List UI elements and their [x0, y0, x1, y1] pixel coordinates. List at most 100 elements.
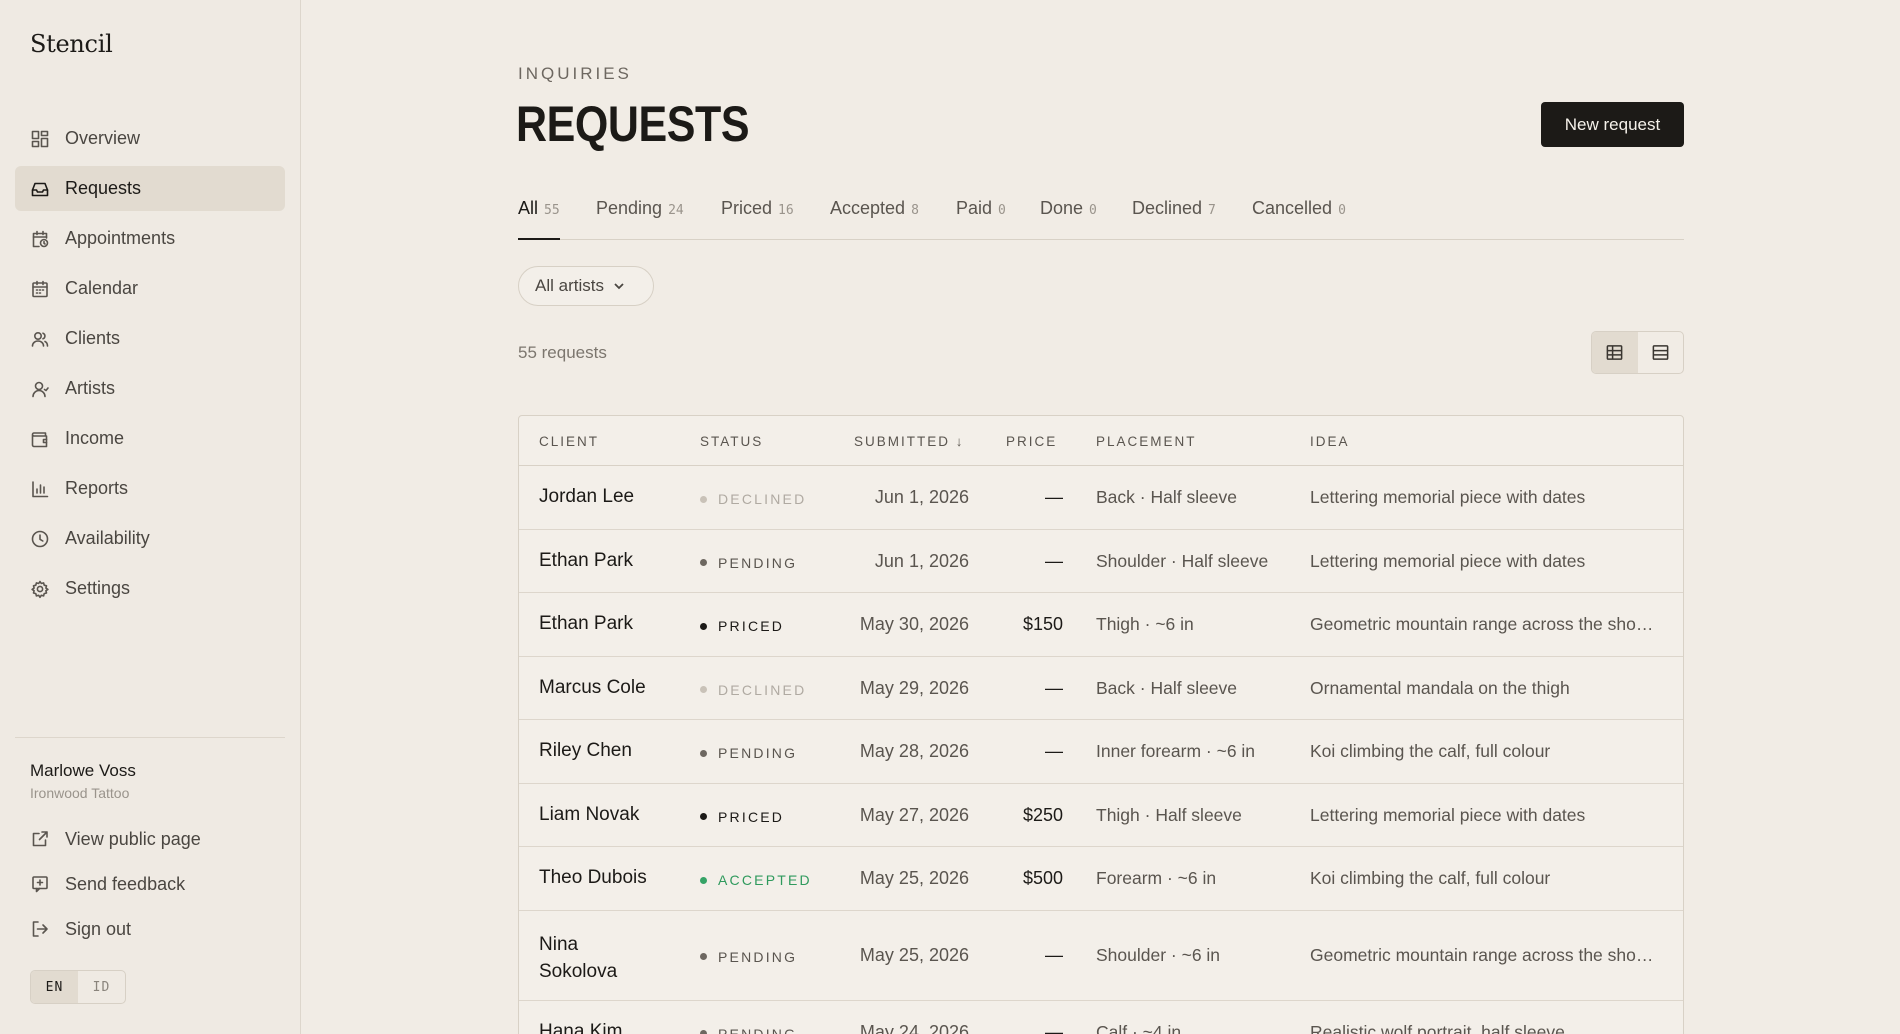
tab-done[interactable]: Done 0	[1040, 198, 1097, 240]
table-row[interactable]: Theo Dubois ACCEPTED May 25, 2026 $500 F…	[519, 847, 1683, 911]
sidebar-nav: Overview Requests Appointments Calendar …	[15, 116, 285, 616]
tab-label: Declined	[1132, 198, 1203, 218]
sidebar-item-label: Availability	[65, 528, 150, 548]
table-view-button[interactable]	[1592, 332, 1638, 373]
status-badge: PENDING	[700, 555, 797, 571]
calendar-icon	[30, 279, 50, 299]
tab-count: 8	[911, 203, 919, 218]
table-row[interactable]: Liam Novak PRICED May 27, 2026 $250 Thig…	[519, 784, 1683, 847]
table-row[interactable]: Marcus Cole DECLINED May 29, 2026 — Back…	[519, 657, 1683, 720]
send-feedback-link[interactable]: Send feedback	[15, 864, 285, 904]
sidebar-item-reports[interactable]: Reports	[15, 466, 285, 511]
tab-all[interactable]: All 55	[518, 198, 560, 240]
footer-link-label: Sign out	[65, 918, 132, 939]
tab-paid[interactable]: Paid 0	[956, 198, 1006, 240]
cell-placement: Forearm · ~6 in	[1096, 868, 1217, 888]
cell-price: $150	[1022, 614, 1063, 634]
cell-price: —	[1045, 1021, 1063, 1034]
table-grid-icon	[1606, 345, 1623, 360]
sidebar-item-label: Requests	[65, 178, 142, 198]
sidebar-item-appointments[interactable]: Appointments	[15, 216, 285, 261]
list-view-button[interactable]	[1638, 332, 1684, 373]
sign-out-link[interactable]: Sign out	[15, 909, 285, 949]
view-public-page-link[interactable]: View public page	[15, 819, 285, 859]
sidebar-item-calendar[interactable]: Calendar	[15, 266, 285, 311]
user-name: Marlowe Voss	[30, 761, 136, 780]
cell-placement: Shoulder · Half sleeve	[1096, 550, 1269, 571]
table-row[interactable]: Nina Sokolova PENDING May 25, 2026 — Shou…	[519, 911, 1683, 1001]
cell-placement: Thigh · Half sleeve	[1096, 804, 1242, 825]
tab-pending[interactable]: Pending 24	[596, 198, 684, 240]
sidebar-item-requests[interactable]: Requests	[15, 166, 285, 211]
tab-accepted[interactable]: Accepted 8	[830, 198, 919, 240]
status-dot	[700, 953, 707, 960]
status-badge: PRICED	[700, 618, 784, 634]
status-text: PENDING	[718, 948, 798, 965]
client-first-line: Nina	[539, 933, 579, 955]
table-row[interactable]: Hana Kim PENDING May 24, 2026 — Calf · ~…	[519, 1001, 1683, 1034]
sidebar-item-artists[interactable]: Artists	[15, 366, 285, 411]
cell-idea: Koi climbing the calf, full colour	[1310, 868, 1551, 888]
cell-idea: Realistic wolf portrait, half sleeve	[1310, 1021, 1565, 1034]
artist-filter-value: All artists	[535, 276, 604, 295]
cell-client: Ethan Park	[539, 549, 633, 571]
feedback-icon	[30, 874, 50, 894]
column-header-price[interactable]: PRICE	[1006, 434, 1057, 449]
language-switcher: EN ID	[30, 970, 126, 1004]
language-option-id[interactable]: ID	[78, 971, 125, 1003]
client-second-line: Sokolova	[539, 960, 618, 982]
status-badge: PRICED	[700, 809, 784, 825]
sidebar-item-label: Reports	[65, 478, 129, 498]
cell-client: Liam Novak	[539, 803, 640, 825]
cell-placement: Shoulder · ~6 in	[1096, 944, 1221, 965]
sidebar-item-overview[interactable]: Overview	[15, 116, 285, 161]
status-text: PENDING	[718, 745, 798, 761]
sidebar-item-settings[interactable]: Settings	[15, 566, 285, 611]
brand-logo[interactable]: Stencil	[30, 30, 113, 58]
cell-price: $500	[1022, 868, 1063, 888]
tab-declined[interactable]: Declined 7	[1132, 198, 1216, 240]
status-badge: DECLINED	[700, 491, 806, 507]
column-header-submitted[interactable]: SUBMITTED ↓	[854, 434, 965, 449]
cell-client: Hana Kim	[539, 1020, 623, 1034]
column-header-idea[interactable]: IDEA	[1310, 434, 1350, 449]
new-request-button[interactable]: New request	[1541, 102, 1684, 147]
status-text: PRICED	[718, 808, 785, 825]
status-text: DECLINED	[718, 491, 807, 507]
sidebar-item-availability[interactable]: Availability	[15, 516, 285, 561]
page-title: REQUESTS	[516, 96, 750, 152]
table-row[interactable]: Ethan Park PRICED May 30, 2026 $150 Thig…	[519, 593, 1683, 657]
sidebar-item-label: Artists	[65, 378, 116, 398]
artist-filter-dropdown[interactable]: All artists	[518, 266, 654, 306]
tab-count: 7	[1208, 203, 1216, 218]
table-row[interactable]: Jordan Lee DECLINED Jun 1, 2026 — Back ·…	[519, 466, 1683, 530]
sidebar-divider	[15, 737, 285, 738]
status-dot	[700, 559, 707, 566]
request-count: 55 requests	[518, 343, 607, 362]
sidebar-item-clients[interactable]: Clients	[15, 316, 285, 361]
cell-idea: Lettering memorial piece with dates	[1310, 487, 1586, 507]
status-badge: ACCEPTED	[700, 872, 812, 888]
gear-icon	[30, 579, 50, 599]
status-text: DECLINED	[718, 681, 807, 698]
status-tabs: All 55 Pending 24 Priced 16 Accepted 8 Paid 0…	[518, 198, 1684, 240]
status-text: PENDING	[718, 554, 798, 571]
list-rows-icon	[1652, 345, 1669, 360]
requests-table: CLIENT STATUS SUBMITTED ↓ PRICE PLACEMEN…	[518, 415, 1684, 1034]
sidebar-item-income[interactable]: Income	[15, 416, 285, 461]
tab-count: 24	[668, 203, 684, 218]
table-row[interactable]: Ethan Park PENDING Jun 1, 2026 — Shoulde…	[519, 530, 1683, 593]
status-badge: PENDING	[700, 1026, 797, 1034]
table-row[interactable]: Riley Chen PENDING May 28, 2026 — Inner …	[519, 720, 1683, 784]
tab-cancelled[interactable]: Cancelled 0	[1252, 198, 1346, 240]
tab-priced[interactable]: Priced 16	[721, 198, 794, 240]
column-header-status[interactable]: STATUS	[700, 434, 763, 449]
status-text: ACCEPTED	[718, 872, 812, 888]
footer-link-label: View public page	[65, 828, 201, 849]
column-header-client[interactable]: CLIENT	[539, 434, 599, 449]
language-option-en[interactable]: EN	[31, 971, 78, 1003]
sign-out-icon	[30, 919, 50, 939]
wallet-icon	[30, 429, 50, 449]
status-dot	[700, 876, 707, 884]
column-header-placement[interactable]: PLACEMENT	[1096, 434, 1197, 449]
